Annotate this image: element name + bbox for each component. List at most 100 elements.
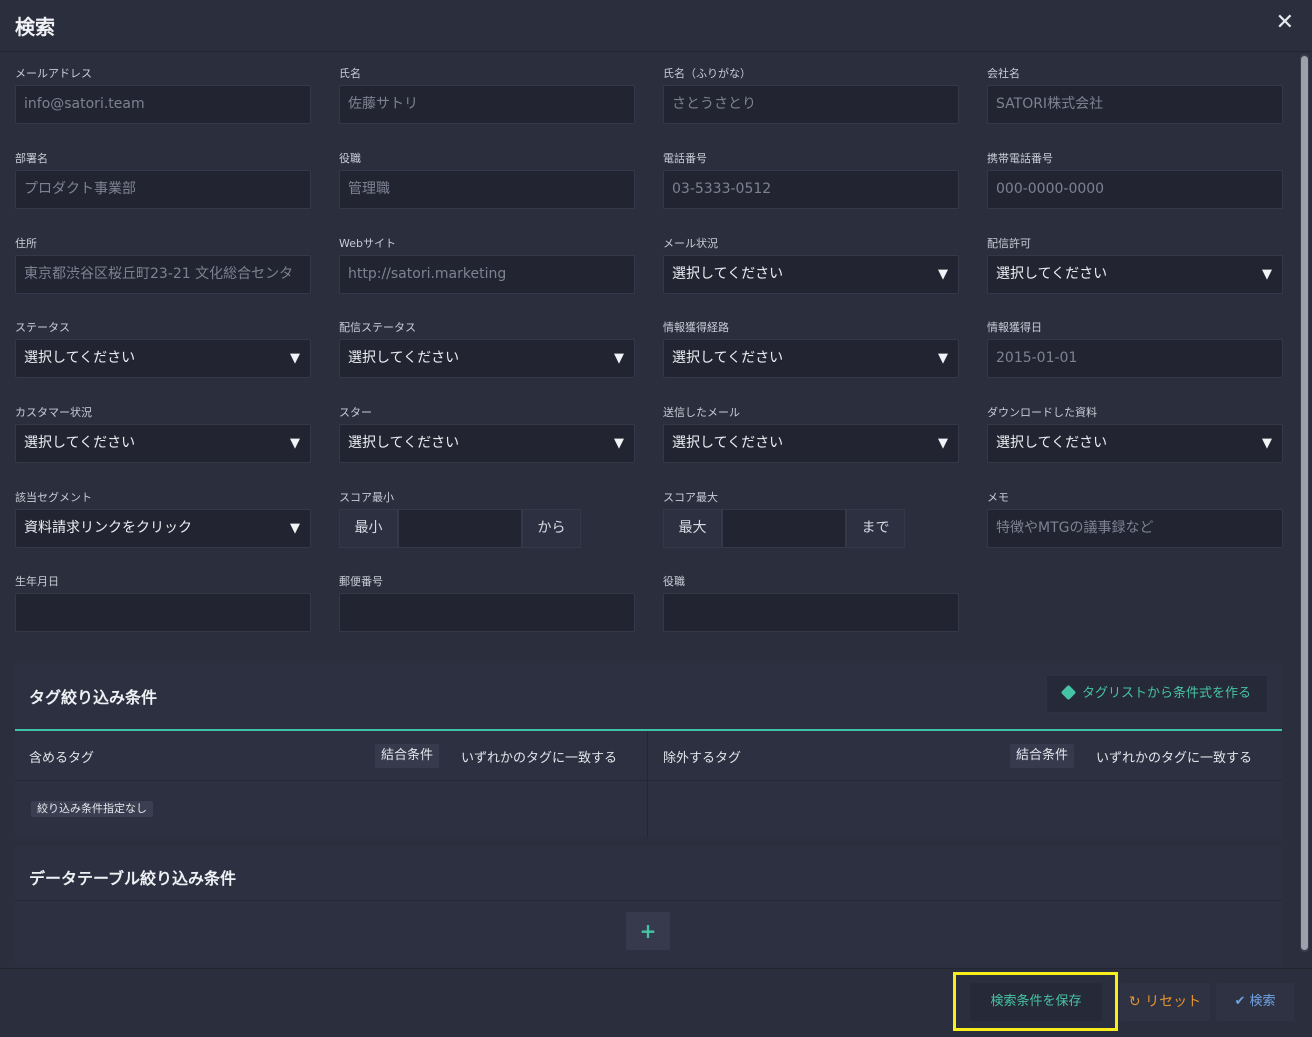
score-min-range: 最小 から (339, 509, 581, 548)
mail-status-select[interactable]: 選択してください ▼ (663, 255, 959, 294)
status-label: ステータス (15, 321, 70, 334)
acquisition-date-field-group: 情報獲得日 2015-01-01 (987, 321, 1283, 378)
modal-footer (0, 968, 1312, 1037)
datatable-filter-panel: データテーブル絞り込み条件 + (15, 846, 1282, 967)
delivery-permission-select[interactable]: 選択してください ▼ (987, 255, 1283, 294)
delivery-permission-label: 配信許可 (987, 237, 1031, 250)
caret-down-icon: ▼ (938, 351, 948, 366)
star-select[interactable]: 選択してください ▼ (339, 424, 635, 463)
delivery-permission-field-group: 配信許可 選択してください ▼ (987, 237, 1283, 294)
website-label: Webサイト (339, 237, 396, 250)
acquisition-route-field-group: 情報獲得経路 選択してください ▼ (663, 321, 959, 378)
address-field-group: 住所 東京都渋谷区桜丘町23-21 文化総合センタ (15, 237, 311, 294)
customer-status-value: 選択してください (24, 435, 136, 451)
exclude-tags-label: 除外するタグ (663, 751, 742, 766)
email-input[interactable]: info@satori.team (15, 85, 311, 124)
birthday-label: 生年月日 (15, 575, 59, 588)
score-min-label: スコア最小 (339, 491, 394, 504)
caret-down-icon: ▼ (1262, 436, 1272, 451)
include-cond-label: 結合条件 (375, 744, 440, 768)
birthday-input[interactable] (15, 593, 311, 632)
acquisition-route-select[interactable]: 選択してください ▼ (663, 339, 959, 378)
department-label: 部署名 (15, 152, 48, 165)
position2-input[interactable] (663, 593, 959, 632)
close-icon[interactable]: ✕ (1276, 10, 1294, 36)
caret-down-icon: ▼ (290, 436, 300, 451)
segment-value: 資料請求リンクをクリック (24, 520, 192, 536)
caret-down-icon: ▼ (614, 436, 624, 451)
address-input[interactable]: 東京都渋谷区桜丘町23-21 文化総合センタ (15, 255, 311, 294)
star-label: スター (339, 406, 372, 419)
delivery-status-select[interactable]: 選択してください ▼ (339, 339, 635, 378)
score-min-input[interactable] (398, 509, 522, 548)
mail-status-label: メール状況 (663, 237, 718, 250)
memo-input[interactable]: 特徴やMTGの議事録など (987, 509, 1283, 548)
acquisition-route-label: 情報獲得経路 (663, 321, 729, 334)
phone-input[interactable]: 03-5333-0512 (663, 170, 959, 209)
department-input[interactable]: プロダクト事業部 (15, 170, 311, 209)
caret-down-icon: ▼ (614, 351, 624, 366)
search-modal: 検索 ✕ メールアドレス info@satori.team 氏名 佐藤サトリ 氏… (0, 0, 1312, 1037)
position2-field-group: 役職 (663, 575, 959, 632)
refresh-icon: ↻ (1128, 994, 1146, 1010)
tag-condition-button[interactable]: タグリストから条件式を作る (1045, 675, 1268, 713)
segment-select[interactable]: 資料請求リンクをクリック ▼ (15, 509, 311, 548)
modal-title: 検索 (15, 15, 55, 39)
star-value: 選択してください (348, 435, 460, 451)
segment-field-group: 該当セグメント 資料請求リンクをクリック ▼ (15, 491, 311, 548)
caret-down-icon: ▼ (938, 267, 948, 282)
score-min-field-group: スコア最小 最小 から (339, 491, 635, 548)
delivery-permission-value: 選択してください (996, 266, 1108, 282)
kana-input[interactable]: さとうさとり (663, 85, 959, 124)
postal-label: 郵便番号 (339, 575, 383, 588)
mobile-field-group: 携帯電話番号 000-0000-0000 (987, 152, 1283, 209)
status-value: 選択してください (24, 350, 136, 366)
birthday-field-group: 生年月日 (15, 575, 311, 632)
reset-label: リセット (1145, 994, 1202, 1010)
score-max-suffix: まで (846, 509, 905, 548)
scrollbar-thumb[interactable] (1301, 56, 1308, 950)
reset-button[interactable]: ↻ リセット (1120, 983, 1210, 1021)
memo-field-group: メモ 特徴やMTGの議事録など (987, 491, 1283, 548)
email-label: メールアドレス (15, 67, 92, 80)
position-label: 役職 (339, 152, 361, 165)
sent-mail-value: 選択してください (672, 435, 784, 451)
add-datatable-condition-button[interactable]: + (626, 912, 670, 950)
check-icon: ✔ (1234, 994, 1250, 1009)
include-cond-value[interactable]: いずれかのタグに一致する (461, 747, 617, 766)
tag-icon (1060, 684, 1077, 701)
downloaded-value: 選択してください (996, 435, 1108, 451)
company-input[interactable]: SATORI株式会社 (987, 85, 1283, 124)
delivery-status-label: 配信ステータス (339, 321, 416, 334)
mobile-label: 携帯電話番号 (987, 152, 1053, 165)
exclude-cond-value[interactable]: いずれかのタグに一致する (1096, 747, 1252, 766)
phone-field-group: 電話番号 03-5333-0512 (663, 152, 959, 209)
name-input[interactable]: 佐藤サトリ (339, 85, 635, 124)
website-input[interactable]: http://satori.marketing (339, 255, 635, 294)
position-input[interactable]: 管理職 (339, 170, 635, 209)
exclude-tags-header: 除外するタグ 結合条件 いずれかのタグに一致する (649, 731, 1282, 781)
company-label: 会社名 (987, 67, 1020, 80)
scrollbar[interactable] (1300, 54, 1309, 952)
mobile-input[interactable]: 000-0000-0000 (987, 170, 1283, 209)
sent-mail-select[interactable]: 選択してください ▼ (663, 424, 959, 463)
downloaded-field-group: ダウンロードした資料 選択してください ▼ (987, 406, 1283, 463)
modal-header: 検索 ✕ (0, 0, 1312, 52)
postal-input[interactable] (339, 593, 635, 632)
search-button[interactable]: ✔ 検索 (1216, 983, 1294, 1021)
datatable-panel-title: データテーブル絞り込み条件 (29, 869, 237, 888)
email-field-group: メールアドレス info@satori.team (15, 67, 311, 124)
caret-down-icon: ▼ (290, 521, 300, 536)
sent-mail-label: 送信したメール (663, 406, 740, 419)
acquisition-route-value: 選択してください (672, 350, 784, 366)
acquisition-date-input[interactable]: 2015-01-01 (987, 339, 1283, 378)
customer-status-select[interactable]: 選択してください ▼ (15, 424, 311, 463)
status-field-group: ステータス 選択してください ▼ (15, 321, 311, 378)
score-max-range: 最大 まで (663, 509, 905, 548)
save-search-button[interactable]: 検索条件を保存 (970, 983, 1102, 1021)
downloaded-select[interactable]: 選択してください ▼ (987, 424, 1283, 463)
status-select[interactable]: 選択してください ▼ (15, 339, 311, 378)
memo-label: メモ (987, 491, 1009, 504)
score-max-input[interactable] (722, 509, 846, 548)
tag-condition-button-label: タグリストから条件式を作る (1081, 686, 1251, 701)
